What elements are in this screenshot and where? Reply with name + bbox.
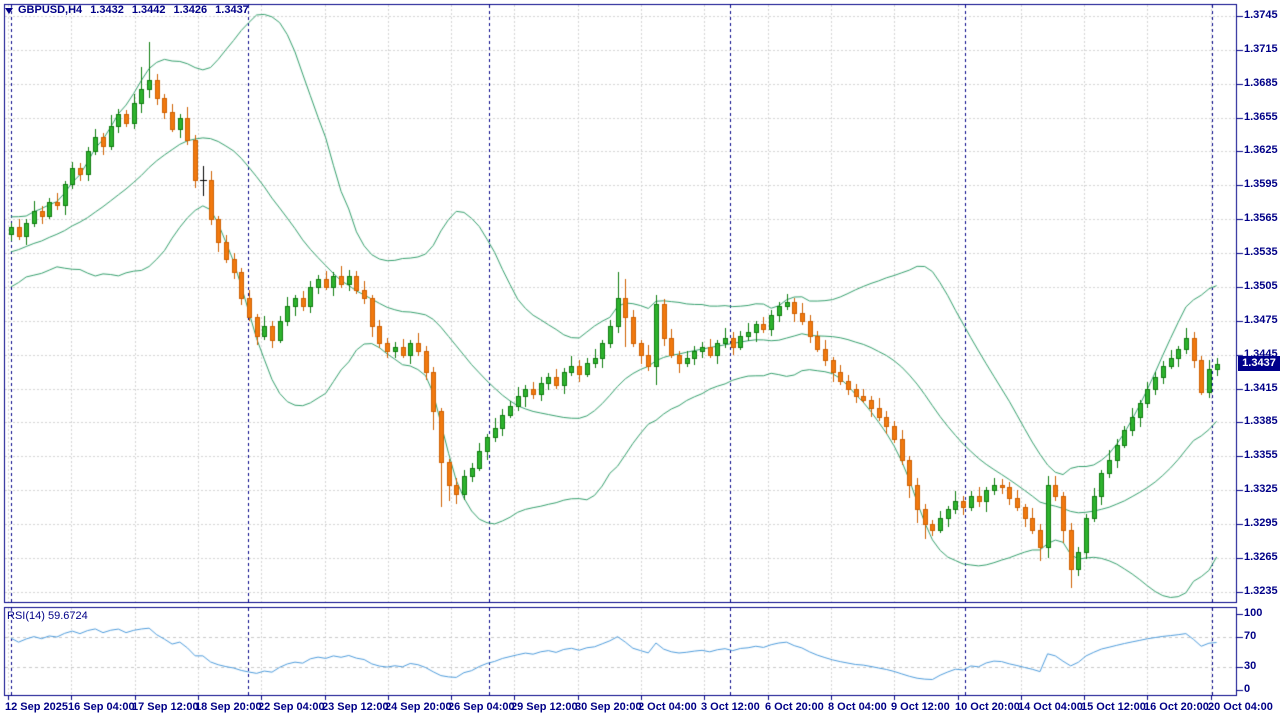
price-axis-label: 1.3265	[1244, 551, 1278, 564]
ohlc-low: 1.3426	[174, 4, 208, 16]
price-axis-label: 1.3505	[1244, 280, 1278, 293]
rsi-indicator-label: RSI(14) 59.6724	[7, 610, 88, 622]
chart-root: GBPUSD,H4 1.3432 1.3442 1.3426 1.3437 RS…	[0, 0, 1280, 720]
time-axis-label: 12 Sep 2025	[5, 701, 68, 714]
time-axis-label: 15 Oct 12:00	[1081, 701, 1146, 714]
price-axis-label: 1.3475	[1244, 314, 1278, 327]
chart-title: GBPUSD,H4 1.3432 1.3442 1.3426 1.3437	[18, 4, 249, 16]
time-axis-label: 17 Sep 12:00	[132, 701, 199, 714]
ohlc-high: 1.3442	[132, 4, 166, 16]
ohlc-open: 1.3432	[90, 4, 124, 16]
symbol-title: GBPUSD,H4	[18, 4, 82, 16]
candlestick-chart-canvas[interactable]	[0, 0, 1280, 720]
time-axis-label: 23 Sep 12:00	[322, 701, 389, 714]
time-axis-label: 9 Oct 12:00	[891, 701, 950, 714]
rsi-scale-label: 70	[1244, 630, 1256, 643]
price-axis-label: 1.3745	[1244, 9, 1278, 22]
rsi-scale-label: 100	[1244, 607, 1262, 620]
time-axis-label: 6 Oct 20:00	[765, 701, 824, 714]
time-axis-label: 16 Oct 20:00	[1144, 701, 1209, 714]
price-axis-label: 1.3325	[1244, 483, 1278, 496]
ohlc-close: 1.3437	[215, 4, 249, 16]
time-axis-label: 14 Oct 04:00	[1018, 701, 1083, 714]
price-axis-label: 1.3625	[1244, 144, 1278, 157]
price-axis-label: 1.3715	[1244, 43, 1278, 56]
time-axis-label: 24 Sep 20:00	[385, 701, 452, 714]
current-price-badge: 1.3437	[1238, 356, 1280, 371]
price-axis-label: 1.3415	[1244, 382, 1278, 395]
price-axis-label: 1.3685	[1244, 77, 1278, 90]
price-axis-label: 1.3355	[1244, 449, 1278, 462]
time-axis-label: 22 Sep 04:00	[258, 701, 325, 714]
time-axis-label: 30 Sep 20:00	[575, 701, 642, 714]
time-axis-label: 3 Oct 12:00	[701, 701, 760, 714]
price-axis-label: 1.3535	[1244, 246, 1278, 259]
price-axis-label: 1.3235	[1244, 585, 1278, 598]
time-axis-label: 29 Sep 12:00	[511, 701, 578, 714]
price-axis-label: 1.3295	[1244, 517, 1278, 530]
time-axis-label: 2 Oct 04:00	[638, 701, 697, 714]
time-axis-label: 16 Sep 04:00	[68, 701, 135, 714]
symbol-marker-icon	[5, 8, 13, 14]
price-axis-label: 1.3595	[1244, 178, 1278, 191]
rsi-scale-label: 30	[1244, 660, 1256, 673]
rsi-scale-label: 0	[1244, 683, 1250, 696]
time-axis-label: 18 Sep 20:00	[195, 701, 262, 714]
time-axis-label: 20 Oct 04:00	[1208, 701, 1273, 714]
price-axis-label: 1.3385	[1244, 415, 1278, 428]
time-axis-label: 8 Oct 04:00	[828, 701, 887, 714]
price-axis-label: 1.3565	[1244, 212, 1278, 225]
time-axis-label: 26 Sep 04:00	[448, 701, 515, 714]
time-axis-label: 10 Oct 20:00	[955, 701, 1020, 714]
price-axis-label: 1.3655	[1244, 111, 1278, 124]
